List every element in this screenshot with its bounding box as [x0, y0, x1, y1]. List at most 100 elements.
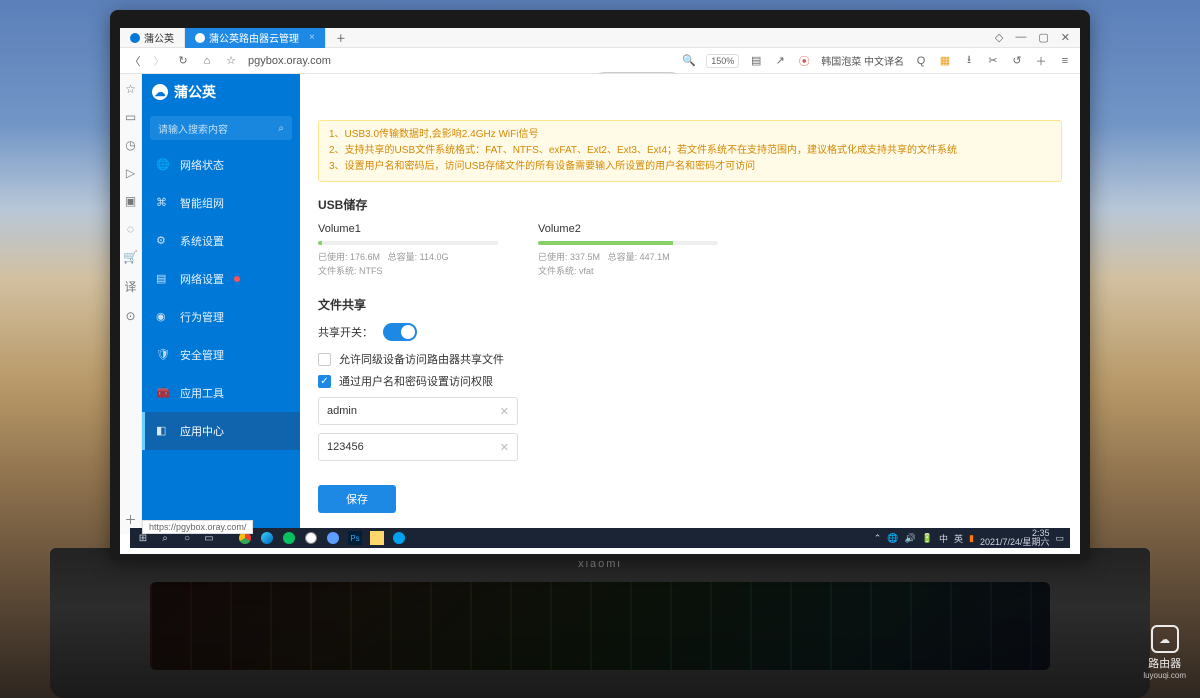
- clear-icon[interactable]: ✕: [500, 441, 509, 454]
- cart-icon[interactable]: 🛒: [123, 250, 138, 264]
- tab-title: 蒲公英: [144, 30, 174, 45]
- globe-icon: 🌐: [156, 158, 170, 172]
- share-switch-row: 共享开关：: [318, 323, 1062, 341]
- share-toggle[interactable]: [383, 323, 417, 341]
- home-icon[interactable]: ⌂: [200, 55, 214, 67]
- sidebar-item-app-center[interactable]: ◧应用中心: [142, 412, 300, 450]
- option-auth-access[interactable]: ✓ 通过用户名和密码设置访问权限: [318, 373, 1062, 389]
- close-window-icon[interactable]: ✕: [1061, 31, 1070, 44]
- photoshop-icon[interactable]: Ps: [348, 531, 362, 545]
- option-label: 通过用户名和密码设置访问权限: [339, 373, 493, 389]
- history-icon[interactable]: ↺: [1010, 54, 1024, 67]
- security-icon[interactable]: [326, 531, 340, 545]
- favicon-icon: [130, 33, 140, 43]
- reload-icon[interactable]: ↻: [176, 54, 190, 67]
- checkbox-checked-icon[interactable]: ✓: [318, 375, 331, 388]
- translate-rail-icon[interactable]: 译: [124, 278, 136, 295]
- menu-icon[interactable]: ≡: [1058, 55, 1072, 67]
- share-icon[interactable]: ↗: [773, 54, 787, 67]
- book-icon[interactable]: ▭: [125, 110, 136, 124]
- add-icon[interactable]: ＋: [1034, 53, 1048, 69]
- taskbar-clock[interactable]: 2:35 2021/7/24/星期六: [980, 529, 1050, 547]
- translate-icon[interactable]: ⦿: [797, 53, 811, 69]
- zoom-icon[interactable]: 🔍: [682, 54, 696, 67]
- password-field[interactable]: 123456 ✕: [318, 433, 518, 461]
- usage-bar: [538, 241, 718, 245]
- tray-icon[interactable]: ⌃: [874, 533, 882, 544]
- sidebar-item-tools[interactable]: 🧰应用工具: [142, 374, 300, 412]
- sidebar-item-label: 应用中心: [180, 423, 224, 439]
- browser-tab-active[interactable]: 蒲公英路由器云管理 ×: [185, 28, 326, 48]
- sidebar-item-label: 网络设置: [180, 271, 224, 287]
- tray-icon[interactable]: 🔊: [905, 533, 916, 544]
- tray-icon[interactable]: ▮: [969, 533, 974, 544]
- url-field[interactable]: pgybox.oray.com: [248, 55, 672, 67]
- chat-icon[interactable]: ◌: [127, 222, 134, 236]
- maximize-icon[interactable]: ▢: [1038, 31, 1048, 44]
- minimize-icon[interactable]: —: [1015, 31, 1026, 44]
- download-icon[interactable]: ⭳: [962, 51, 976, 70]
- laptop-frame: xiaomi 蒲公英 蒲公英路由器云管理 × ＋ ◇ — ▢: [50, 0, 1150, 698]
- sidebar-item-network-status[interactable]: 🌐网络状态: [142, 146, 300, 184]
- ime-icon[interactable]: 英: [954, 532, 963, 545]
- watermark: ☁ 路由器 luyouqi.com: [1143, 625, 1186, 680]
- forward-icon[interactable]: 〉: [152, 53, 166, 69]
- usage-fill: [318, 241, 322, 245]
- sidebar-item-security[interactable]: 🛡安全管理: [142, 336, 300, 374]
- media-icon[interactable]: [392, 531, 406, 545]
- wechat-icon[interactable]: [282, 531, 296, 545]
- username-field[interactable]: admin ✕: [318, 397, 518, 425]
- app-icon[interactable]: ▣: [125, 194, 136, 208]
- game-icon[interactable]: ▦: [938, 54, 952, 67]
- bookmark-icon[interactable]: ☆: [125, 82, 136, 96]
- sidebar-item-smart-network[interactable]: ⌘智能组网: [142, 184, 300, 222]
- browser-tab[interactable]: 蒲公英: [120, 28, 185, 48]
- video-icon[interactable]: ▷: [126, 166, 135, 180]
- usage-bar: [318, 241, 498, 245]
- usage-fill: [538, 241, 673, 245]
- headset-icon[interactable]: ⊙: [125, 309, 135, 323]
- tray-icon[interactable]: 🌐: [887, 533, 898, 544]
- checkbox-unchecked-icon[interactable]: [318, 353, 331, 366]
- favicon-icon: [195, 33, 205, 43]
- tray-icon[interactable]: 🔋: [922, 533, 933, 544]
- volume-name: Volume1: [318, 223, 498, 235]
- sidebar-item-network-settings[interactable]: ▤网络设置: [142, 260, 300, 298]
- clock-icon[interactable]: ◷: [125, 138, 135, 152]
- app-icon[interactable]: [304, 531, 318, 545]
- search-placeholder: 请输入搜索内容: [158, 121, 228, 136]
- save-button[interactable]: 保存: [318, 485, 396, 513]
- reader-icon[interactable]: ▤: [749, 54, 763, 67]
- clear-icon[interactable]: ✕: [500, 405, 509, 418]
- pin-icon[interactable]: ◇: [995, 31, 1003, 44]
- sidebar-item-system-settings[interactable]: ⚙ 系统设置: [142, 222, 300, 260]
- tab-title: 蒲公英路由器云管理: [209, 30, 299, 45]
- main-content: 1、USB3.0传输数据时,会影响2.4GHz WiFi信号 2、支持共享的US…: [300, 74, 1080, 534]
- sidebar-search[interactable]: 请输入搜索内容 ⌕: [150, 116, 292, 140]
- option-peer-access[interactable]: 允许同级设备访问路由器共享文件: [318, 351, 1062, 367]
- explorer-icon[interactable]: [370, 531, 384, 545]
- zoom-level[interactable]: 150%: [706, 54, 739, 68]
- field-value: 123456: [327, 441, 364, 453]
- watermark-icon: ☁: [1151, 625, 1179, 653]
- translate-label[interactable]: 韩国泡菜 中文译名: [821, 53, 904, 68]
- screen: 蒲公英 蒲公英路由器云管理 × ＋ ◇ — ▢ ✕ 〈 〉: [120, 28, 1080, 554]
- sidebar-item-behavior[interactable]: ◉行为管理: [142, 298, 300, 336]
- edge-icon[interactable]: [260, 531, 274, 545]
- sidebar-item-label: 应用工具: [180, 385, 224, 401]
- brand-logo[interactable]: ☁ 蒲公英: [142, 74, 300, 110]
- gear-icon: ⚙: [156, 234, 170, 248]
- browser-titlebar: 蒲公英 蒲公英路由器云管理 × ＋ ◇ — ▢ ✕: [120, 28, 1080, 48]
- ime-icon[interactable]: 中: [939, 532, 948, 545]
- add-rail-icon[interactable]: ＋: [124, 511, 136, 528]
- scissors-icon[interactable]: ✂: [986, 54, 1000, 67]
- back-icon[interactable]: 〈: [128, 53, 142, 69]
- new-tab-button[interactable]: ＋: [326, 28, 356, 48]
- close-icon[interactable]: ×: [309, 32, 315, 43]
- shield-icon[interactable]: ☆: [224, 54, 238, 67]
- section-title-storage: USB储存: [318, 196, 1062, 213]
- notifications-icon[interactable]: ▭: [1055, 533, 1064, 544]
- sidebar-item-label: 系统设置: [180, 233, 224, 249]
- search-icon[interactable]: Q: [914, 55, 928, 67]
- sidebar-nav: 🌐网络状态 ⌘智能组网 ⚙ 系统设置 ▤网络设置 ◉行为管理 🛡安全管理 🧰应用工…: [142, 146, 300, 534]
